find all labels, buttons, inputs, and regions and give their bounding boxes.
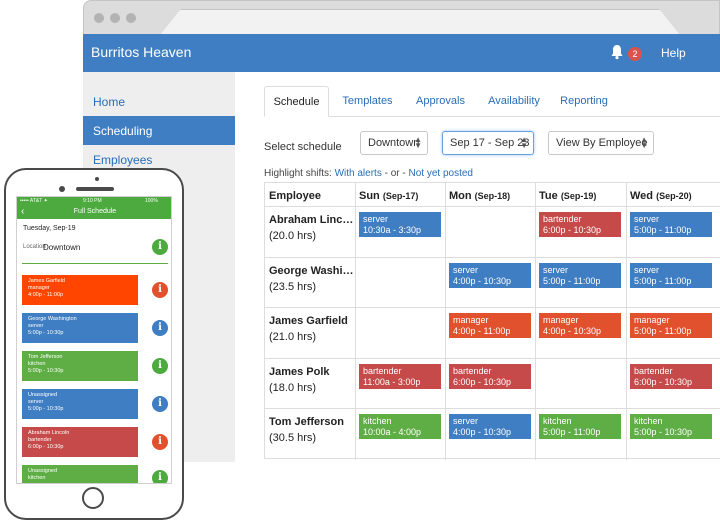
highlight-separator: - or - [384,168,406,179]
divider [22,263,168,264]
shift-block[interactable]: kitchen 5:00p - 10:30p [630,414,712,439]
help-link[interactable]: Help [661,46,686,60]
employee-hours: (21.0 hrs) [269,331,317,343]
view-select-value: View By Employee [556,137,648,149]
day-header-mon: Mon (Sep-18) [449,190,511,202]
shift-block[interactable]: kitchen 5:00p - 11:00p [539,414,621,439]
sort-caret-icon: ▲ ▼ [520,135,528,150]
shift-block[interactable]: kitchen 10:00a - 4:00p [359,414,441,439]
notification-badge[interactable]: 2 [628,47,642,61]
info-icon[interactable]: i [152,470,168,483]
shift-block[interactable]: bartender 6:00p - 10:30p [449,364,531,389]
phone-shift-card[interactable]: Abraham Lincoln bartender 6:00p - 10:30p [22,427,138,457]
highlight-shifts: Highlight shifts: With alerts - or - Not… [264,168,473,179]
main-content: Schedule Templates Approvals Availabilit… [235,72,720,524]
employee-hours: (18.0 hrs) [269,382,317,394]
tab-schedule[interactable]: Schedule [264,86,329,117]
phone-time: 9:10 PM [83,198,102,204]
browser-tab[interactable] [160,9,680,35]
phone-sensor [95,177,99,181]
info-icon[interactable]: i [152,434,168,450]
shift-block[interactable]: manager 4:00p - 11:00p [449,313,531,338]
shift-block[interactable]: server 4:00p - 10:30p [449,263,531,288]
back-chevron-icon[interactable]: ‹ [21,205,24,219]
employee-name[interactable]: James Garfield [269,315,348,327]
phone-speaker [76,187,114,191]
not-yet-posted-link[interactable]: Not yet posted [409,168,473,179]
employee-hours: (20.0 hrs) [269,230,317,242]
shift-block[interactable]: bartender 6:00p - 10:30p [630,364,712,389]
employee-hours: (23.5 hrs) [269,281,317,293]
tab-bar: Schedule Templates Approvals Availabilit… [264,86,720,117]
location-select-value: Downtown [368,137,420,149]
battery-status: 100% [145,198,158,204]
shift-block[interactable]: server 5:00p - 11:00p [630,212,712,237]
carrier-status: ••••• AT&T ✦ [20,198,48,204]
home-button[interactable] [82,487,104,509]
employee-name[interactable]: James Polk [269,366,330,378]
tab-reporting[interactable]: Reporting [554,86,614,115]
shift-block[interactable]: manager 4:00p - 10:30p [539,313,621,338]
location-value[interactable]: Downtown [43,243,80,252]
phone-shift-card[interactable]: Unassigned kitchen [22,465,138,483]
shift-block[interactable]: server 4:00p - 10:30p [449,414,531,439]
employee-hours: (30.5 hrs) [269,432,317,444]
browser-titlebar [83,0,720,35]
close-window-dot[interactable] [94,13,104,23]
info-icon[interactable]: i [152,320,168,336]
phone-camera [59,186,65,192]
phone-shift-card[interactable]: Unassigned server 5:00p - 10:30p [22,389,138,419]
phone-shift-card[interactable]: Tom Jefferson kitchen 5:00p - 10:30p [22,351,138,381]
sidebar-item-home[interactable]: Home [83,87,235,116]
info-icon[interactable]: i [152,282,168,298]
day-header-wed: Wed (Sep-20) [630,190,692,202]
shift-block[interactable]: manager 5:00p - 11:00p [630,313,712,338]
highlight-label: Highlight shifts: [264,168,332,179]
select-schedule-label: Select schedule [264,141,342,153]
bell-icon[interactable] [610,44,624,60]
info-icon[interactable]: i [152,239,168,255]
employee-name[interactable]: George Washi… [269,265,354,277]
phone-date: Tuesday, Sep-19 [23,225,76,232]
shift-block[interactable]: bartender 11:00a - 3:00p [359,364,441,389]
view-select[interactable]: View By Employee ▲ ▼ [548,131,654,155]
employee-name[interactable]: Abraham Linc… [269,214,353,226]
maximize-window-dot[interactable] [126,13,136,23]
day-header-tue: Tue (Sep-19) [539,190,597,202]
shift-block[interactable]: server 5:00p - 11:00p [539,263,621,288]
day-header-sun: Sun (Sep-17) [359,190,419,202]
minimize-window-dot[interactable] [110,13,120,23]
date-range-select[interactable]: Sep 17 - Sep 23 ▲ ▼ [442,131,534,155]
info-icon[interactable]: i [152,358,168,374]
date-range-value: Sep 17 - Sep 23 [450,137,530,149]
phone-shift-card[interactable]: James Garfield manager 4:00p - 11:00p [22,275,138,305]
shift-block[interactable]: server 5:00p - 11:00p [630,263,712,288]
phone-screen: ••••• AT&T ✦ 9:10 PM 100% Full Schedule … [16,196,172,484]
tab-approvals[interactable]: Approvals [407,86,474,115]
employee-name[interactable]: Tom Jefferson [269,416,344,428]
phone-title: Full Schedule [73,208,117,215]
app-header: Burritos Heaven 2 Help [83,34,720,72]
sidebar-item-scheduling[interactable]: Scheduling [83,116,235,145]
location-select[interactable]: Downtown ▲ ▼ [360,131,428,155]
employee-column-header: Employee [269,190,321,202]
with-alerts-link[interactable]: With alerts [335,168,382,179]
phone-status-bar: ••••• AT&T ✦ 9:10 PM 100% [17,197,171,205]
tab-templates[interactable]: Templates [334,86,401,115]
shift-block[interactable]: server 10:30a - 3:30p [359,212,441,237]
shift-block[interactable]: bartender 6:00p - 10:30p [539,212,621,237]
sort-caret-icon: ▲ ▼ [640,135,648,150]
phone-header: Full Schedule [17,205,171,219]
sort-caret-icon: ▲ ▼ [414,135,422,150]
phone-shift-card[interactable]: George Washington server 5:00p - 10:30p [22,313,138,343]
phone-mockup: ••••• AT&T ✦ 9:10 PM 100% Full Schedule … [4,168,184,520]
tab-availability[interactable]: Availability [479,86,549,115]
schedule-grid: Employee Sun (Sep-17) Mon (Sep-18) Tue (… [264,182,720,460]
app-title: Burritos Heaven [91,44,192,60]
info-icon[interactable]: i [152,396,168,412]
